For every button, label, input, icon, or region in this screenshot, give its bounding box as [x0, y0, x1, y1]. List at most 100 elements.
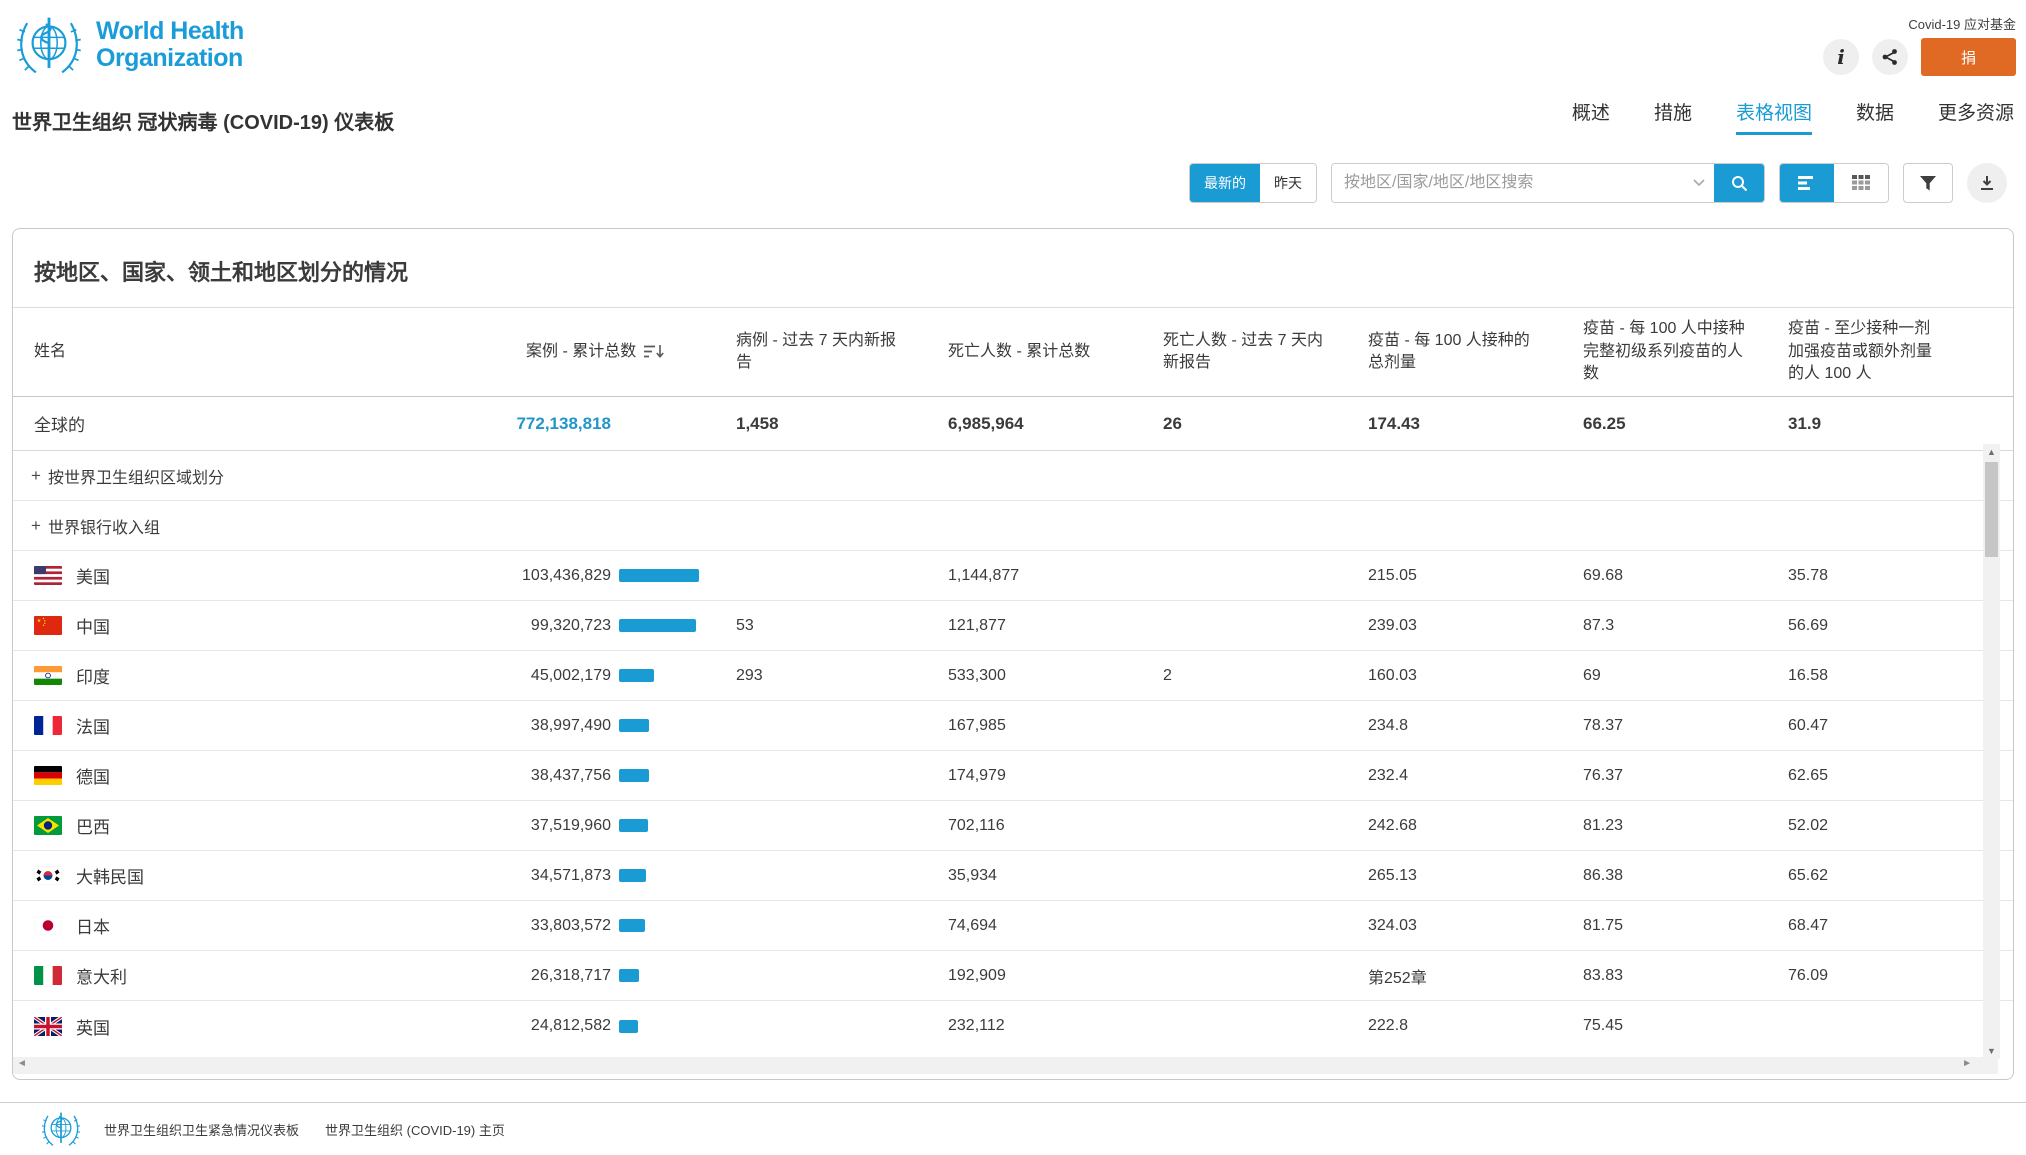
table-row[interactable]: 中国 99,320,723 53 121,877 239.03 87.3 56.… — [13, 601, 2013, 651]
search-dropdown-toggle[interactable] — [1684, 179, 1714, 187]
cases7d-value: 293 — [724, 667, 936, 685]
sort-descending-icon — [644, 344, 664, 359]
nav-item-table-view[interactable]: 表格视图 — [1736, 98, 1812, 135]
country-name: 英国 — [76, 1014, 110, 1039]
main-nav: 概述 措施 表格视图 数据 更多资源 — [1572, 98, 2014, 135]
cases-bar — [619, 1020, 638, 1033]
flag-br-icon — [34, 816, 62, 835]
vertical-scrollbar-thumb[interactable] — [1985, 462, 1998, 557]
column-header-vax-full[interactable]: 疫苗 - 每 100 人中接种完整初级系列疫苗的人数 — [1571, 310, 1776, 393]
grid-view-icon — [1852, 175, 1870, 191]
column-header-vax-booster[interactable]: 疫苗 - 至少接种一剂加强疫苗或额外剂量的人 100 人 — [1776, 310, 1971, 393]
nav-item-overview[interactable]: 概述 — [1572, 98, 1610, 135]
vax-booster-value: 65.62 — [1776, 867, 1971, 885]
who-emblem-icon — [40, 1108, 82, 1150]
flag-it-icon — [34, 966, 62, 985]
table-row[interactable]: 日本 33,803,572 74,694 324.03 81.75 68.47 — [13, 901, 2013, 951]
who-emblem-icon — [14, 10, 84, 80]
donate-button[interactable]: 捐 — [1921, 38, 2016, 76]
yesterday-toggle-button[interactable]: 昨天 — [1260, 164, 1316, 202]
global-deaths7d: 26 — [1151, 414, 1356, 434]
footer-link-emergencies-dashboard[interactable]: 世界卫生组织卫生紧急情况仪表板 — [104, 1120, 299, 1139]
column-header-deaths[interactable]: 死亡人数 - 累计总数 — [936, 333, 1151, 371]
vax-total-value: 222.8 — [1356, 1017, 1571, 1035]
flag-in-icon — [34, 666, 62, 685]
column-header-deaths7d[interactable]: 死亡人数 - 过去 7 天内新报告 — [1151, 322, 1356, 383]
cases-value: 38,437,756 — [481, 767, 611, 785]
group-row-world-bank-income[interactable]: + 世界银行收入组 — [13, 501, 2013, 551]
scroll-right-icon[interactable]: ► — [1962, 1058, 1972, 1069]
table-row[interactable]: 美国 103,436,829 1,144,877 215.05 69.68 35… — [13, 551, 2013, 601]
table-row[interactable]: 法国 38,997,490 167,985 234.8 78.37 60.47 — [13, 701, 2013, 751]
deaths-value: 74,694 — [936, 917, 1151, 935]
vax-total-value: 324.03 — [1356, 917, 1571, 935]
nav-item-data[interactable]: 数据 — [1856, 98, 1894, 135]
cases-bar — [619, 569, 699, 582]
vax-booster-value: 68.47 — [1776, 917, 1971, 935]
vax-booster-value: 76.09 — [1776, 967, 1971, 985]
global-cases-link[interactable]: 772,138,818 — [481, 414, 611, 434]
horizontal-scrollbar[interactable]: ◄ ► — [13, 1057, 1998, 1074]
global-summary-row: 全球的 772,138,818 1,458 6,985,964 26 174.4… — [13, 397, 2013, 451]
footer: 世界卫生组织卫生紧急情况仪表板 世界卫生组织 (COVID-19) 主页 — [0, 1102, 2026, 1155]
flag-us-icon — [34, 566, 62, 585]
flag-gb-icon — [34, 1017, 62, 1036]
table-row[interactable]: 意大利 26,318,717 192,909 第252章 83.83 76.09 — [13, 951, 2013, 1001]
scroll-left-icon[interactable]: ◄ — [17, 1058, 27, 1069]
vax-full-value: 76.37 — [1571, 767, 1776, 785]
cases-value: 33,803,572 — [481, 917, 611, 935]
filter-button[interactable] — [1903, 163, 1953, 203]
vax-booster-value: 16.58 — [1776, 667, 1971, 685]
expand-icon: + — [31, 516, 41, 536]
column-header-cases[interactable]: 案例 - 累计总数 — [481, 333, 724, 371]
table-row[interactable]: 大韩民国 34,571,873 35,934 265.13 86.38 65.6… — [13, 851, 2013, 901]
column-header-vax-total[interactable]: 疫苗 - 每 100 人接种的总剂量 — [1356, 322, 1571, 383]
cases-value: 103,436,829 — [481, 567, 611, 585]
country-name: 大韩民国 — [76, 863, 144, 888]
cases-value: 99,320,723 — [481, 617, 611, 635]
column-header-cases7d[interactable]: 病例 - 过去 7 天内新报告 — [724, 322, 936, 383]
scroll-down-icon[interactable]: ▼ — [1983, 1046, 2000, 1056]
info-icon: i — [1837, 45, 1845, 69]
nav-item-more[interactable]: 更多资源 — [1938, 98, 2014, 135]
cases-bar — [619, 819, 648, 832]
table-body: + 按世界卫生组织区域划分 + 世界银行收入组 美国 103,436,829 1… — [13, 451, 2013, 1066]
global-vax-booster: 31.9 — [1776, 414, 1971, 434]
who-logo[interactable]: World Health Organization — [14, 10, 244, 80]
table-row[interactable]: 英国 24,812,582 232,112 222.8 75.45 — [13, 1001, 2013, 1051]
group-row-who-regions[interactable]: + 按世界卫生组织区域划分 — [13, 451, 2013, 501]
vax-total-value: 239.03 — [1356, 617, 1571, 635]
vax-full-value: 78.37 — [1571, 717, 1776, 735]
table-toolbar: 最新的 昨天 — [1189, 163, 2007, 203]
cases-bar — [619, 869, 646, 882]
cases7d-value: 53 — [724, 617, 936, 635]
nav-item-measures[interactable]: 措施 — [1654, 98, 1692, 135]
page-title: 世界卫生组织 冠状病毒 (COVID-19) 仪表板 — [12, 106, 394, 135]
list-view-button[interactable] — [1780, 164, 1834, 202]
table-row[interactable]: 印度 45,002,179 293 533,300 2 160.03 69 16… — [13, 651, 2013, 701]
latest-toggle-button[interactable]: 最新的 — [1190, 164, 1260, 202]
header-actions: i 捐 — [1823, 38, 2016, 76]
deaths-value: 702,116 — [936, 817, 1151, 835]
country-name: 巴西 — [76, 813, 110, 838]
info-button[interactable]: i — [1823, 39, 1859, 75]
search-input[interactable] — [1332, 164, 1684, 202]
country-name: 法国 — [76, 713, 110, 738]
vertical-scrollbar[interactable]: ▲ ▼ — [1983, 444, 2000, 1059]
grid-view-button[interactable] — [1834, 164, 1888, 202]
table-row[interactable]: 巴西 37,519,960 702,116 242.68 81.23 52.02 — [13, 801, 2013, 851]
footer-link-covid-homepage[interactable]: 世界卫生组织 (COVID-19) 主页 — [325, 1120, 505, 1139]
vax-booster-value: 56.69 — [1776, 617, 1971, 635]
deaths-value: 121,877 — [936, 617, 1151, 635]
download-button[interactable] — [1967, 163, 2007, 203]
table-header: 姓名 案例 - 累计总数 病例 - 过去 7 天内新报告 死亡人数 - 累计总数… — [13, 307, 2013, 397]
vax-total-value: 232.4 — [1356, 767, 1571, 785]
search-icon — [1730, 174, 1748, 192]
search-button[interactable] — [1714, 163, 1764, 203]
cases-bar — [619, 669, 654, 682]
share-button[interactable] — [1872, 39, 1908, 75]
table-row[interactable]: 德国 38,437,756 174,979 232.4 76.37 62.65 — [13, 751, 2013, 801]
scroll-up-icon[interactable]: ▲ — [1983, 447, 2000, 457]
cases-bar — [619, 719, 649, 732]
vax-full-value: 81.23 — [1571, 817, 1776, 835]
